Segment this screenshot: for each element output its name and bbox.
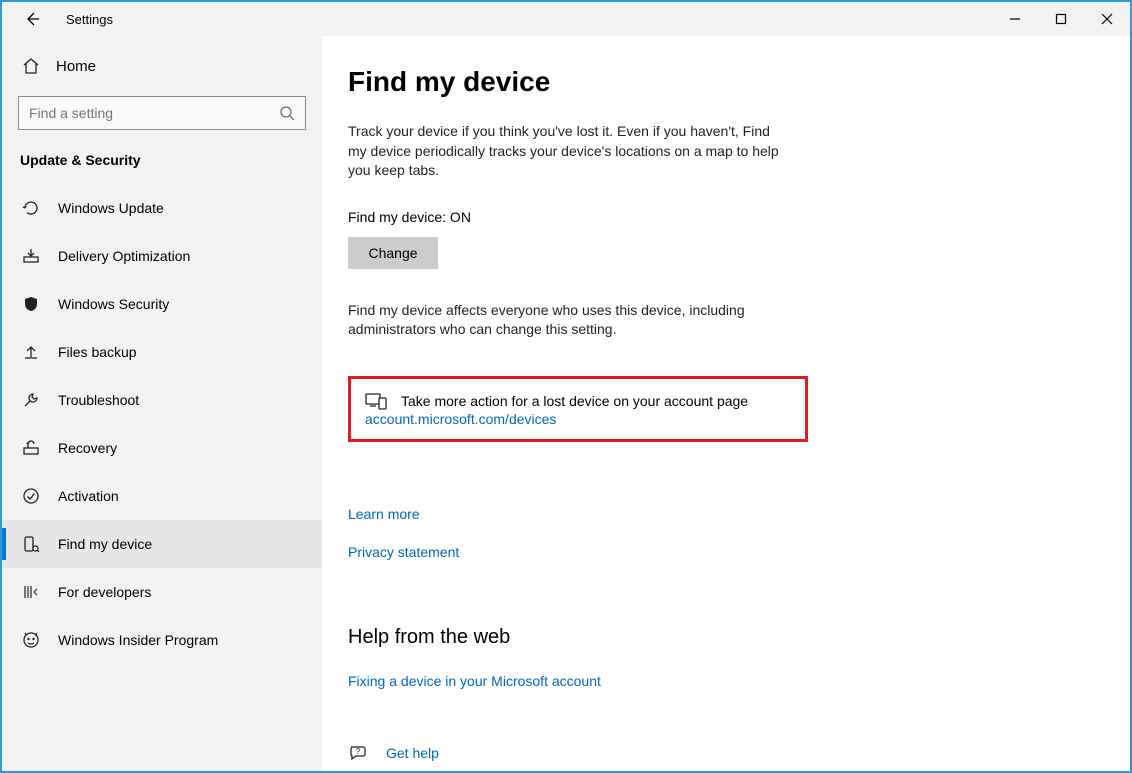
maximize-button[interactable]	[1038, 2, 1084, 36]
sidebar-item-files-backup[interactable]: Files backup	[2, 328, 322, 376]
sidebar-item-label: Windows Security	[58, 296, 169, 312]
troubleshoot-icon	[22, 391, 40, 409]
sidebar-item-delivery-optimization[interactable]: Delivery Optimization	[2, 232, 322, 280]
account-action-text: Take more action for a lost device on yo…	[401, 393, 748, 409]
recovery-icon	[22, 439, 40, 457]
sidebar-item-label: Delivery Optimization	[58, 248, 190, 264]
privacy-statement-link[interactable]: Privacy statement	[348, 544, 1130, 560]
page-title: Find my device	[348, 66, 1130, 98]
home-button[interactable]: Home	[2, 46, 322, 86]
change-button[interactable]: Change	[348, 237, 438, 269]
main-content: Find my device Track your device if you …	[322, 36, 1130, 771]
nav: Windows Update Delivery Optimization Win…	[2, 184, 322, 664]
sidebar-item-for-developers[interactable]: For developers	[2, 568, 322, 616]
back-button[interactable]	[12, 2, 52, 36]
help-heading: Help from the web	[348, 626, 1130, 649]
devices-icon	[365, 391, 387, 411]
search-input[interactable]	[29, 105, 279, 121]
sidebar-item-windows-security[interactable]: Windows Security	[2, 280, 322, 328]
sidebar-item-label: Windows Update	[58, 200, 164, 216]
account-action-highlight: Take more action for a lost device on yo…	[348, 376, 808, 442]
get-help-icon: ?	[348, 743, 368, 763]
delivery-icon	[22, 247, 40, 265]
backup-icon	[22, 343, 40, 361]
sidebar-item-label: Recovery	[58, 440, 117, 456]
search-box[interactable]	[18, 96, 306, 130]
security-icon	[22, 295, 40, 313]
insider-icon	[22, 631, 40, 649]
developers-icon	[22, 583, 40, 601]
affects-description: Find my device affects everyone who uses…	[348, 301, 788, 340]
find-device-icon	[22, 535, 40, 553]
body: Home Update & Security Windows Update	[2, 36, 1130, 771]
sidebar-item-label: Troubleshoot	[58, 392, 139, 408]
find-my-device-status: Find my device: ON	[348, 209, 1130, 225]
sidebar-item-activation[interactable]: Activation	[2, 472, 322, 520]
search-icon	[279, 105, 295, 121]
sidebar-item-label: Windows Insider Program	[58, 632, 218, 648]
update-icon	[22, 199, 40, 217]
home-label: Home	[56, 58, 96, 75]
window-title: Settings	[66, 12, 113, 27]
sidebar-item-label: For developers	[58, 584, 151, 600]
svg-text:?: ?	[356, 747, 361, 756]
sidebar-item-troubleshoot[interactable]: Troubleshoot	[2, 376, 322, 424]
get-help-link[interactable]: Get help	[386, 745, 439, 761]
titlebar: Settings	[2, 2, 1130, 36]
sidebar-item-label: Activation	[58, 488, 119, 504]
sidebar-item-recovery[interactable]: Recovery	[2, 424, 322, 472]
sidebar-item-label: Files backup	[58, 344, 137, 360]
settings-window: Settings Home	[0, 0, 1132, 773]
sidebar: Home Update & Security Windows Update	[2, 36, 322, 771]
close-button[interactable]	[1084, 2, 1130, 36]
learn-more-link[interactable]: Learn more	[348, 506, 1130, 522]
sidebar-item-windows-update[interactable]: Windows Update	[2, 184, 322, 232]
window-controls	[992, 2, 1130, 36]
account-devices-link[interactable]: account.microsoft.com/devices	[365, 411, 791, 427]
page-description: Track your device if you think you've lo…	[348, 122, 788, 181]
section-header: Update & Security	[2, 130, 322, 178]
sidebar-item-label: Find my device	[58, 536, 152, 552]
help-fixing-device-link[interactable]: Fixing a device in your Microsoft accoun…	[348, 673, 601, 689]
sidebar-item-find-my-device[interactable]: Find my device	[2, 520, 322, 568]
sidebar-item-windows-insider[interactable]: Windows Insider Program	[2, 616, 322, 664]
home-icon	[22, 57, 40, 75]
activation-icon	[22, 487, 40, 505]
minimize-button[interactable]	[992, 2, 1038, 36]
